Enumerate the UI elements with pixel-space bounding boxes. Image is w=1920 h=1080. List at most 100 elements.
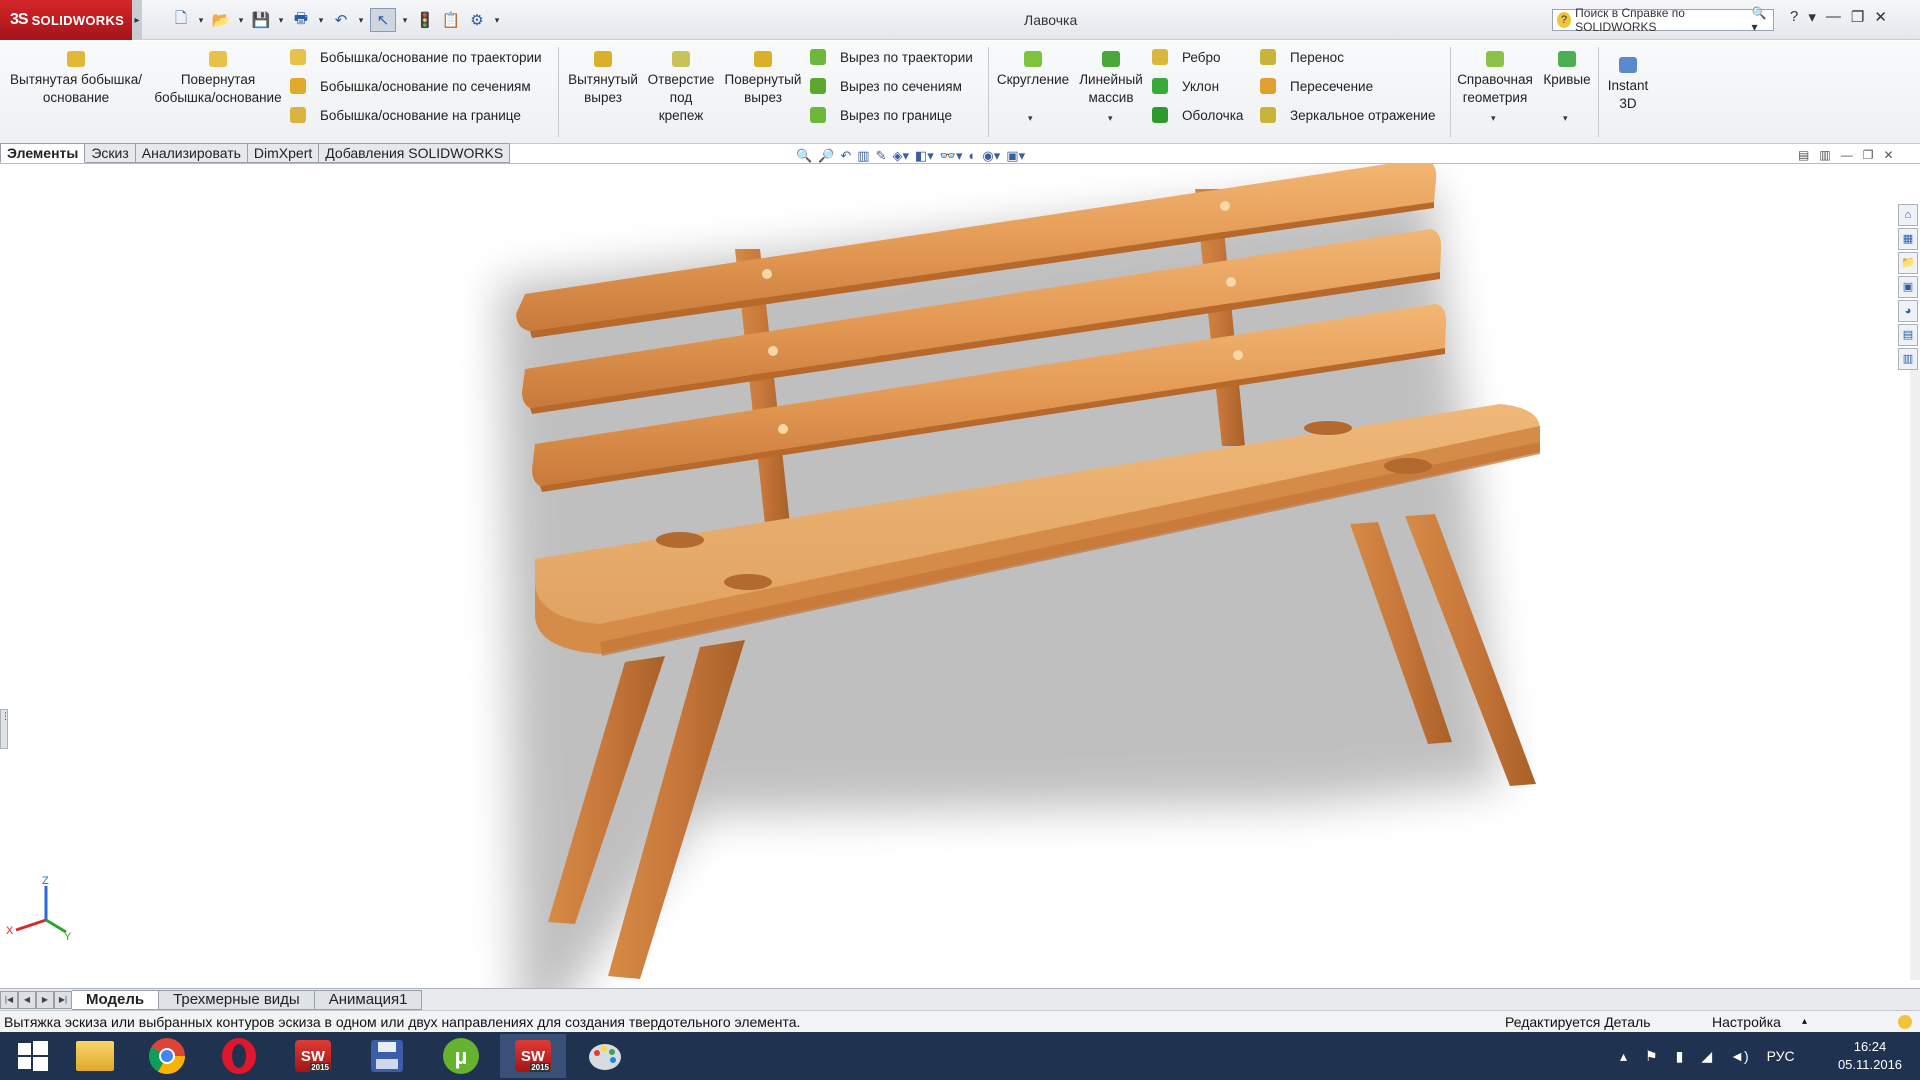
wrap-button[interactable]: Перенос (1260, 49, 1344, 65)
revolved-boss-button[interactable]: Повернутая бобышка/основание (150, 51, 286, 107)
open-icon[interactable]: 📂 (210, 8, 232, 32)
feature-manager-toggle[interactable]: ⋮ (0, 709, 10, 749)
boundary-boss-button[interactable]: Бобышка/основание на границе (290, 107, 521, 123)
file-explorer-taskbar-icon[interactable] (62, 1034, 128, 1078)
undo-icon[interactable]: ↶ (330, 8, 352, 32)
help-search-box[interactable]: ? Поиск в Справке по SOLIDWORKS 🔍 ▾ (1552, 6, 1774, 34)
pattern-dropdown[interactable]: ▾ (1108, 113, 1113, 124)
zoom-to-fit-icon[interactable]: 🔍 (796, 148, 812, 164)
custom-properties-icon[interactable]: ▤ (1898, 324, 1918, 346)
tab-features[interactable]: Элементы (0, 143, 86, 163)
intersect-button[interactable]: Пересечение (1260, 78, 1373, 94)
solidworks-logo[interactable]: 3S SOLIDWORKS (0, 0, 132, 40)
select-dropdown[interactable]: ▾ (400, 15, 410, 26)
units-dropdown-icon[interactable]: ▴ (1802, 1016, 1807, 1027)
hide-show-icon[interactable]: 👓▾ (940, 148, 963, 164)
mirror-button[interactable]: Зеркальное отражение (1260, 107, 1435, 123)
tab-evaluate[interactable]: Анализировать (135, 143, 248, 163)
zoom-to-area-icon[interactable]: 🔎 (818, 148, 834, 164)
rebuild-status-icon[interactable] (1898, 1014, 1912, 1029)
linear-pattern-button[interactable]: Линейный массив (1076, 51, 1146, 107)
file-properties-icon[interactable]: 📋 (440, 8, 462, 32)
status-custom-units[interactable]: Настройка (1712, 1014, 1781, 1030)
bench-model[interactable] (0, 164, 1920, 989)
opera-icon[interactable] (206, 1034, 272, 1078)
restore-button[interactable]: ❐ (1851, 8, 1864, 26)
instant-3d-button[interactable]: Instant 3D (1604, 57, 1652, 113)
chrome-icon[interactable] (134, 1034, 200, 1078)
solidworks-resources-icon[interactable]: ⌂ (1898, 204, 1918, 226)
clock[interactable]: 16:24 05.11.2016 (1830, 1032, 1910, 1080)
first-tab-button[interactable]: |◀ (0, 990, 18, 1009)
view-settings-icon[interactable]: ▣▾ (1006, 148, 1025, 164)
viewport-minimize-button[interactable]: — (1841, 148, 1853, 162)
lofted-boss-button[interactable]: Бобышка/основание по сечениям (290, 78, 531, 94)
previous-view-icon[interactable]: ↶ (840, 148, 851, 164)
rebuild-icon[interactable]: 🚦 (414, 8, 436, 32)
paint-palette-icon[interactable] (572, 1034, 638, 1078)
next-tab-button[interactable]: ▶ (36, 990, 54, 1009)
tab-sketch[interactable]: Эскиз (85, 143, 136, 163)
graphics-area[interactable]: Z X Y ⋮ (0, 163, 1920, 989)
tab-model[interactable]: Модель (72, 989, 160, 1010)
swept-cut-button[interactable]: Вырез по траектории (810, 49, 973, 65)
print-icon[interactable]: 🖶 (290, 8, 312, 32)
help-dropdown[interactable]: ▾ (1808, 8, 1816, 26)
floppy-save-icon[interactable] (354, 1034, 420, 1078)
fillet-dropdown[interactable]: ▾ (1028, 113, 1033, 124)
select-cursor-icon[interactable]: ↖ (370, 8, 396, 32)
menu-expand-arrow[interactable]: ▸ (132, 0, 142, 40)
boundary-cut-button[interactable]: Вырез по границе (810, 107, 952, 123)
options-dropdown[interactable]: ▾ (492, 15, 502, 26)
file-explorer-icon[interactable]: 📁 (1898, 252, 1918, 274)
forum-icon[interactable]: ▥ (1898, 348, 1918, 370)
battery-icon[interactable]: ▮ (1676, 1048, 1684, 1065)
viewport-restore-button[interactable]: ❐ (1863, 148, 1874, 162)
scene-icon[interactable]: ◉▾ (982, 148, 1000, 164)
previous-tab-button[interactable]: ◀ (18, 990, 36, 1009)
reference-geometry-button[interactable]: Справочная геометрия (1454, 51, 1536, 107)
language-indicator[interactable]: РУС (1767, 1048, 1795, 1064)
fillet-button[interactable]: Скругление (994, 51, 1072, 89)
dynamic-annotation-icon[interactable]: ✎ (876, 148, 887, 164)
swept-boss-button[interactable]: Бобышка/основание по траектории (290, 49, 542, 65)
tab-dimxpert[interactable]: DimXpert (247, 143, 320, 163)
save-dropdown[interactable]: ▾ (276, 15, 286, 26)
appearances-icon[interactable]: ◕ (1898, 300, 1918, 322)
last-tab-button[interactable]: ▶| (54, 990, 72, 1009)
network-icon[interactable]: ◢ (1701, 1048, 1712, 1065)
windows-start-icon[interactable] (0, 1034, 66, 1078)
new-document-icon[interactable]: 🗋 (170, 8, 192, 32)
revolved-cut-button[interactable]: Повернутый вырез (722, 51, 804, 107)
view-orientation-icon[interactable]: ◈▾ (892, 148, 909, 164)
curves-dropdown[interactable]: ▾ (1563, 113, 1568, 124)
solidworks-taskbar-icon[interactable]: SW 2015 (280, 1034, 346, 1078)
appearance-icon[interactable]: ◐ (969, 148, 977, 164)
volume-icon[interactable]: ◄) (1730, 1048, 1749, 1064)
draft-button[interactable]: Уклон (1152, 78, 1219, 94)
lofted-cut-button[interactable]: Вырез по сечениям (810, 78, 962, 94)
shell-button[interactable]: Оболочка (1152, 107, 1243, 123)
hole-wizard-button[interactable]: Отверстие под крепеж (646, 51, 716, 125)
options-icon[interactable]: ⚙ (466, 8, 488, 32)
section-view-icon[interactable]: ▥ (857, 148, 869, 164)
vertical-scrollbar[interactable] (1910, 370, 1920, 980)
tray-expand-icon[interactable]: ▴ (1620, 1048, 1627, 1065)
viewport-close-button[interactable]: ✕ (1883, 148, 1893, 162)
solidworks-active-taskbar-icon[interactable]: SW 2015 (500, 1034, 566, 1078)
extruded-cut-button[interactable]: Вытянутый вырез (566, 51, 640, 107)
tab-animation[interactable]: Анимация1 (314, 989, 423, 1010)
flag-icon[interactable]: ⚑ (1645, 1048, 1658, 1065)
tab-3d-views[interactable]: Трехмерные виды (159, 989, 315, 1010)
new-dropdown[interactable]: ▾ (196, 15, 206, 26)
utorrent-icon[interactable]: µ (428, 1034, 494, 1078)
print-dropdown[interactable]: ▾ (316, 15, 326, 26)
display-style-icon[interactable]: ◧▾ (915, 148, 934, 164)
save-icon[interactable]: 💾 (250, 8, 272, 32)
reference-geometry-dropdown[interactable]: ▾ (1491, 113, 1496, 124)
help-icon[interactable]: ? (1790, 8, 1798, 26)
close-button[interactable]: ✕ (1874, 8, 1887, 26)
minimize-button[interactable]: — (1826, 8, 1841, 26)
open-dropdown[interactable]: ▾ (236, 15, 246, 26)
design-library-icon[interactable]: ▦ (1898, 228, 1918, 250)
